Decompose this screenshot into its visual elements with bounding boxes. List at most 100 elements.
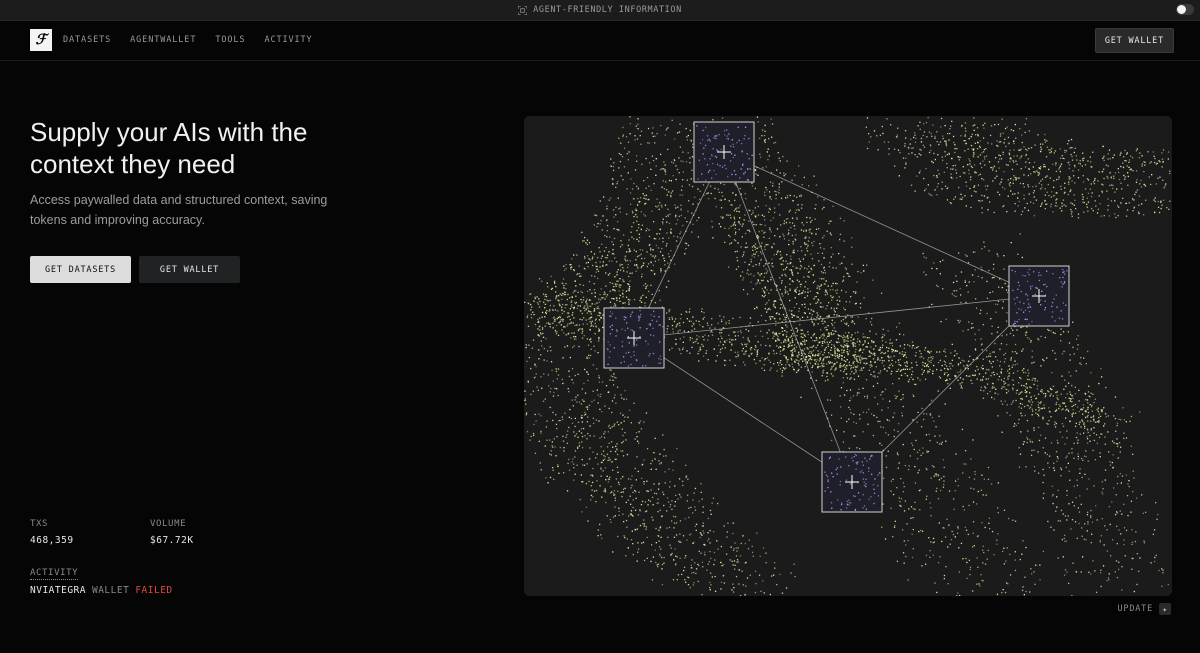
point — [1143, 214, 1145, 216]
nav-tools[interactable]: TOOLS — [215, 35, 245, 45]
point — [954, 480, 957, 482]
point — [1044, 188, 1046, 190]
point — [845, 360, 847, 363]
point — [574, 399, 576, 401]
point — [1021, 391, 1023, 393]
point — [903, 344, 906, 346]
point — [762, 580, 764, 582]
point — [1003, 380, 1005, 383]
point — [609, 197, 612, 199]
point — [585, 482, 588, 485]
activity-row[interactable]: NVIATEGRA WALLET FAILED — [30, 585, 173, 596]
point — [622, 491, 624, 493]
point — [574, 425, 576, 428]
point — [1031, 414, 1033, 416]
point — [545, 311, 547, 314]
nav-datasets[interactable]: DATASETS — [63, 35, 111, 45]
point — [808, 352, 810, 354]
point — [1158, 569, 1160, 572]
point — [859, 418, 861, 420]
point — [837, 356, 839, 358]
point — [754, 591, 757, 594]
point — [1068, 161, 1070, 163]
point — [927, 359, 929, 361]
point — [585, 506, 588, 508]
point — [746, 229, 749, 231]
point — [964, 122, 967, 124]
point — [1071, 215, 1073, 217]
point — [950, 173, 952, 175]
point — [836, 292, 838, 294]
point — [558, 295, 560, 297]
point — [945, 140, 947, 142]
point — [717, 322, 719, 324]
point — [673, 527, 675, 529]
point — [775, 253, 778, 255]
point — [1105, 416, 1107, 418]
point — [1123, 437, 1125, 440]
point — [667, 214, 669, 216]
point — [916, 175, 918, 177]
point — [976, 365, 978, 368]
point — [608, 478, 610, 481]
point — [1009, 185, 1011, 187]
point — [579, 498, 581, 501]
point — [820, 351, 822, 353]
point — [633, 182, 635, 185]
point — [792, 240, 794, 243]
point — [997, 161, 1000, 163]
point — [556, 436, 558, 438]
point — [967, 360, 970, 362]
point — [575, 289, 577, 292]
point — [716, 540, 718, 542]
point — [644, 501, 647, 503]
point — [664, 169, 666, 171]
point — [992, 360, 994, 363]
point — [1065, 150, 1068, 152]
point — [668, 318, 671, 320]
point — [685, 248, 687, 250]
point — [839, 238, 841, 241]
point — [823, 206, 825, 209]
point — [1102, 145, 1104, 147]
point — [1132, 170, 1134, 172]
get-wallet-button[interactable]: GET WALLET — [139, 256, 240, 283]
point — [1100, 215, 1102, 217]
point — [876, 382, 879, 384]
point — [1021, 256, 1023, 259]
point — [883, 334, 886, 336]
point — [592, 264, 594, 267]
theme-toggle[interactable] — [1176, 4, 1194, 15]
point — [957, 592, 959, 594]
agent-info[interactable]: AGENT-FRIENDLY INFORMATION — [518, 5, 682, 15]
point — [728, 334, 730, 336]
point — [968, 321, 970, 323]
point — [657, 535, 660, 537]
activity-name: NVIATEGRA — [30, 585, 86, 596]
point — [561, 329, 563, 331]
nav-agentwallet[interactable]: AGENTWALLET — [130, 35, 196, 45]
point — [983, 179, 985, 181]
point — [677, 330, 679, 332]
point — [554, 318, 556, 320]
point — [868, 369, 870, 371]
nav-activity[interactable]: ACTIVITY — [264, 35, 312, 45]
point — [735, 231, 737, 233]
point — [965, 205, 967, 207]
point — [662, 254, 664, 257]
point — [979, 146, 981, 149]
point — [1024, 207, 1026, 209]
get-datasets-button[interactable]: GET DATASETS — [30, 256, 131, 283]
logo[interactable]: ℱ — [30, 29, 52, 51]
point — [954, 148, 956, 150]
point — [1010, 129, 1012, 131]
point — [817, 196, 819, 198]
point — [735, 547, 737, 549]
point — [654, 437, 656, 439]
point — [1104, 423, 1106, 425]
point — [1011, 366, 1013, 368]
get-wallet-nav-button[interactable]: GET WALLET — [1094, 28, 1174, 53]
point — [1161, 152, 1163, 154]
activity-label[interactable]: ACTIVITY — [30, 568, 79, 580]
point — [651, 155, 654, 157]
